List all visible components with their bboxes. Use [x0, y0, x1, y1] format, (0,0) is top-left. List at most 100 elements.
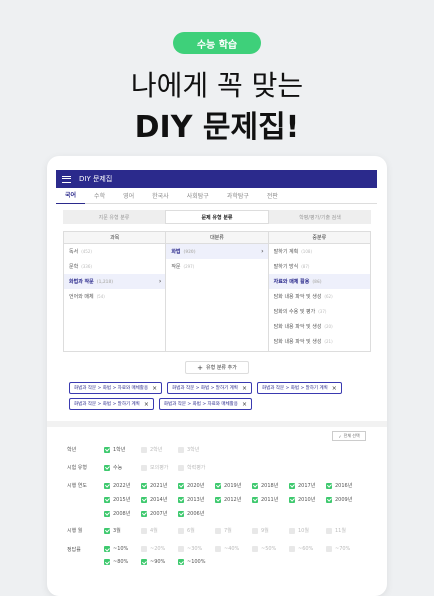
filter-option[interactable]: 2009년 [326, 496, 363, 503]
filter-option[interactable]: 11월 [326, 527, 363, 534]
filter-option[interactable]: 2021년 [141, 482, 178, 489]
filter-option[interactable]: 2학년 [141, 446, 178, 453]
checkbox[interactable] [252, 527, 258, 534]
minor-row[interactable]: 담화 내용 파악 및 생성 (62) [269, 289, 370, 304]
checkbox[interactable] [104, 464, 110, 471]
filter-option[interactable]: ~40% [215, 546, 252, 552]
filter-option[interactable]: 수능 [104, 464, 141, 471]
filter-option[interactable]: 3학년 [178, 446, 215, 453]
filter-option[interactable]: 2010년 [289, 496, 326, 503]
filter-option[interactable]: 2019년 [215, 482, 252, 489]
minor-row[interactable]: 담화의 수용 및 평가 (37) [269, 304, 370, 319]
filter-option[interactable]: 모의평가 [141, 464, 178, 471]
filter-option[interactable]: ~100% [178, 559, 215, 565]
checkbox[interactable] [289, 496, 295, 503]
checkbox[interactable] [326, 482, 332, 489]
checkbox[interactable] [178, 482, 184, 489]
minor-row[interactable]: 자료와 매체 활용 (86) [268, 274, 370, 289]
checkbox[interactable] [141, 496, 147, 503]
minor-row[interactable]: 담화 내용 파악 및 생성 (20) [269, 319, 370, 334]
filter-option[interactable]: 2020년 [178, 482, 215, 489]
checkbox[interactable] [289, 546, 295, 552]
segment-passage[interactable]: 지문 유형 분류 [63, 210, 165, 224]
filter-option[interactable]: 2007년 [141, 510, 178, 517]
filter-option[interactable]: 10월 [289, 527, 326, 534]
minor-row[interactable]: 말하기 방식 (87) [269, 259, 370, 274]
checkbox[interactable] [326, 527, 332, 534]
filter-option[interactable]: 2013년 [178, 496, 215, 503]
filter-option[interactable]: 2008년 [104, 510, 141, 517]
filter-option[interactable]: 2006년 [178, 510, 215, 517]
checkbox[interactable] [178, 446, 184, 453]
checkbox[interactable] [141, 482, 147, 489]
checkbox[interactable] [178, 496, 184, 503]
minor-row[interactable]: 말하기 계획 (108) [269, 244, 370, 259]
filter-option[interactable]: 2018년 [252, 482, 289, 489]
checkbox[interactable] [104, 510, 110, 517]
checkbox[interactable] [178, 559, 184, 565]
filter-option[interactable]: 2011년 [252, 496, 289, 503]
checkbox[interactable] [178, 527, 184, 534]
checkbox[interactable] [326, 546, 332, 552]
select-all-button[interactable]: ✓ 전체 선택 [332, 431, 366, 441]
segment-search[interactable]: 학평/평가/기출 검색 [269, 210, 371, 224]
close-icon[interactable]: × [242, 401, 247, 408]
filter-option[interactable]: 6월 [178, 527, 215, 534]
filter-option[interactable]: ~30% [178, 546, 215, 552]
checkbox[interactable] [141, 527, 147, 534]
checkbox[interactable] [252, 482, 258, 489]
filter-option[interactable]: ~60% [289, 546, 326, 552]
checkbox[interactable] [178, 510, 184, 517]
filter-option[interactable]: 2012년 [215, 496, 252, 503]
add-category-button[interactable]: + 유형 분류 추가 [185, 361, 249, 374]
checkbox[interactable] [141, 510, 147, 517]
subject-row[interactable]: 화법과 작문 (1,218) › [64, 274, 166, 289]
subject-row[interactable]: 독서 (452) [64, 244, 165, 259]
tab-math[interactable]: 수학 [85, 191, 114, 200]
filter-option[interactable]: ~70% [326, 546, 363, 552]
filter-option[interactable]: 4월 [141, 527, 178, 534]
subject-row[interactable]: 문학 (336) [64, 259, 165, 274]
checkbox[interactable] [289, 482, 295, 489]
checkbox[interactable] [215, 496, 221, 503]
close-icon[interactable]: × [332, 385, 337, 392]
close-icon[interactable]: × [144, 401, 149, 408]
filter-option[interactable]: ~50% [252, 546, 289, 552]
tab-english[interactable]: 영어 [114, 191, 143, 200]
subject-row[interactable]: 언어와 매체 (54) [64, 289, 165, 304]
checkbox[interactable] [141, 464, 147, 471]
checkbox[interactable] [215, 527, 221, 534]
checkbox[interactable] [104, 482, 110, 489]
checkbox[interactable] [289, 527, 295, 534]
checkbox[interactable] [178, 546, 184, 552]
checkbox[interactable] [141, 446, 147, 453]
filter-option[interactable]: 7월 [215, 527, 252, 534]
tab-social[interactable]: 사회탐구 [178, 191, 218, 200]
major-row[interactable]: 화법 (920) › [166, 244, 268, 259]
filter-option[interactable]: ~80% [104, 559, 141, 565]
tab-history[interactable]: 한국사 [143, 191, 178, 200]
checkbox[interactable] [215, 482, 221, 489]
menu-icon[interactable] [62, 175, 71, 183]
checkbox[interactable] [104, 546, 110, 552]
checkbox[interactable] [141, 559, 147, 565]
tab-other[interactable]: 전판 [258, 191, 287, 200]
filter-option[interactable]: ~20% [141, 546, 178, 552]
checkbox[interactable] [141, 546, 147, 552]
tab-science[interactable]: 과학탐구 [218, 191, 258, 200]
filter-option[interactable]: 2014년 [141, 496, 178, 503]
segment-question[interactable]: 문제 유형 분류 [165, 210, 269, 224]
filter-option[interactable]: 2022년 [104, 482, 141, 489]
checkbox[interactable] [252, 546, 258, 552]
filter-option[interactable]: ~90% [141, 559, 178, 565]
filter-option[interactable]: 2015년 [104, 496, 141, 503]
checkbox[interactable] [215, 546, 221, 552]
tab-korean[interactable]: 국어 [56, 188, 86, 204]
filter-option[interactable]: 3월 [104, 527, 141, 534]
checkbox[interactable] [104, 527, 110, 534]
close-icon[interactable]: × [242, 385, 247, 392]
checkbox[interactable] [252, 496, 258, 503]
major-row[interactable]: 작문 (297) [166, 259, 267, 274]
checkbox[interactable] [178, 464, 184, 471]
close-icon[interactable]: × [152, 385, 157, 392]
